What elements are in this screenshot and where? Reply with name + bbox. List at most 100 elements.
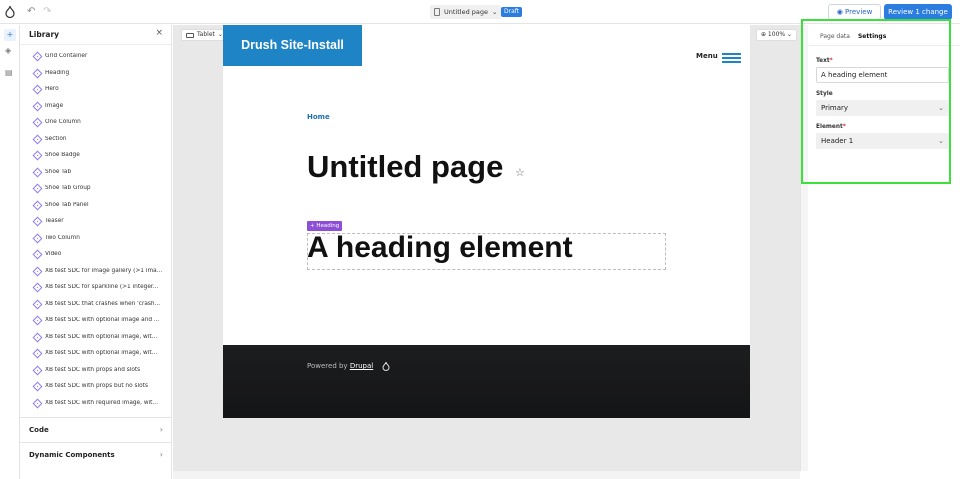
chevron-right-icon: › (159, 450, 163, 459)
text-label: Text (816, 58, 830, 64)
library-item[interactable]: XB test SDC with optional image and ... (20, 314, 171, 331)
tab-settings[interactable]: Settings (858, 33, 886, 40)
tab-page-data[interactable]: Page data (820, 33, 850, 40)
library-item[interactable]: Shoe Tab Group (20, 182, 171, 199)
chevron-down-icon: ⌄ (938, 137, 944, 145)
library-item[interactable]: Video (20, 248, 171, 265)
left-rail: + ◈ ▤ (0, 25, 20, 479)
device-selector[interactable]: Tablet ⌄ (181, 29, 228, 41)
library-item-label: XB test SDC for sparkline (>1 integer... (45, 284, 159, 290)
page-preview[interactable]: Drush Site-Install Menu Home Untitled pa… (223, 25, 750, 418)
page-selector[interactable]: Untitled page ⌄ (430, 5, 502, 19)
library-panel: Library × Grid Container Heading Hero Image… (20, 25, 172, 479)
style-select[interactable]: Primary ⌄ (816, 100, 949, 116)
component-icon (32, 134, 43, 144)
library-item[interactable]: XB test SDC with props and slots (20, 364, 171, 381)
library-item-label: XB test SDC with props and slots (45, 366, 141, 373)
library-item[interactable]: Shoe Tab (20, 166, 171, 183)
library-section-code[interactable]: Code › (20, 417, 171, 441)
library-item-label: Image (45, 102, 64, 109)
library-item-label: XB test SDC with optional image, wit... (45, 333, 158, 340)
required-mark: * (829, 58, 833, 64)
chevron-down-icon: ⌄ (492, 8, 498, 16)
library-item-label: Video (45, 251, 62, 257)
hamburger-icon[interactable] (722, 53, 741, 63)
library-item[interactable]: Image (20, 100, 171, 117)
library-item-label: XB test SDC with optional image and ... (45, 317, 160, 323)
star-icon[interactable]: ☆ (515, 166, 525, 179)
component-icon (32, 282, 43, 293)
device-label: Tablet (197, 31, 215, 38)
library-item-label: Heading (45, 69, 70, 76)
library-item[interactable]: Teaser (20, 215, 171, 232)
component-icon (32, 365, 43, 375)
drupal-drop-icon (382, 362, 390, 371)
undo-icon[interactable]: ↶ (27, 6, 35, 17)
library-item-label: XB test SDC with props but no slots (45, 383, 148, 389)
zoom-selector[interactable]: ⊕ 100% ⌄ (756, 29, 798, 41)
component-tag[interactable]: + Heading (307, 221, 343, 231)
eye-icon: ◉ (836, 8, 843, 16)
breadcrumb[interactable]: Home (307, 113, 330, 121)
chevron-down-icon: ⌄ (938, 104, 944, 112)
component-icon (32, 150, 43, 161)
review-changes-button[interactable]: Review 1 change (884, 4, 952, 20)
library-item[interactable]: XB test SDC with props but no slots (20, 380, 171, 397)
component-icon (32, 348, 43, 359)
component-icon (32, 68, 43, 78)
library-item-label: Shoe Badge (45, 152, 80, 158)
library-item[interactable]: Grid Container (20, 50, 171, 67)
menu-label[interactable]: Menu (696, 52, 718, 60)
library-item[interactable]: Shoe Tab Panel (20, 199, 171, 216)
component-icon (32, 183, 43, 194)
library-item[interactable]: XB test SDC with required image, wit... (20, 397, 171, 414)
page-icon[interactable]: ▤ (5, 68, 13, 77)
powered-by-text: Powered by Drupal (307, 362, 373, 370)
component-icon (32, 117, 43, 128)
library-item[interactable]: Two Column (20, 232, 171, 249)
component-icon (32, 332, 43, 342)
right-scrollbar-track[interactable] (800, 25, 808, 471)
section-label: Dynamic Components (29, 451, 115, 459)
library-item[interactable]: XB test SDC for image gallery (>1 ima... (20, 265, 171, 282)
element-value: Header 1 (821, 137, 854, 145)
library-section-dynamic-components[interactable]: Dynamic Components › (20, 442, 171, 466)
element-select[interactable]: Header 1 ⌄ (816, 133, 949, 149)
section-label: Code (29, 426, 49, 434)
page-name: Untitled page (444, 8, 489, 16)
library-item-label: XB test SDC with required image, wit... (45, 399, 158, 406)
close-icon[interactable]: × (155, 28, 163, 38)
library-item[interactable]: XB test SDC for sparkline (>1 integer... (20, 281, 171, 298)
plus-icon[interactable]: + (4, 29, 16, 41)
top-toolbar: ↶ ↷ Untitled page ⌄ Draft ◉ Preview Revi… (0, 0, 960, 24)
library-item[interactable]: XB test SDC that crashes when 'crash... (20, 298, 171, 315)
library-item[interactable]: Heading (20, 67, 171, 84)
library-item-label: Two Column (45, 234, 80, 241)
horizontal-scroll-track[interactable] (173, 471, 800, 479)
library-item[interactable]: XB test SDC with optional image, wit... (20, 331, 171, 348)
component-icon (32, 233, 43, 243)
preview-button[interactable]: ◉ Preview (828, 4, 881, 20)
library-item[interactable]: Section (20, 133, 171, 150)
preview-label: Preview (845, 8, 873, 16)
component-icon (32, 216, 43, 227)
text-field-label: Text* (816, 58, 833, 64)
library-item[interactable]: Shoe Badge (20, 149, 171, 166)
redo-icon[interactable]: ↷ (43, 6, 51, 17)
text-field[interactable]: A heading element (816, 67, 949, 83)
library-item-label: One Column (45, 119, 81, 125)
site-name[interactable]: Drush Site-Install (223, 25, 362, 66)
library-item-label: XB test SDC that crashes when 'crash... (45, 300, 161, 307)
library-header: Library × (20, 25, 171, 45)
page-footer: Powered by Drupal (223, 345, 750, 418)
tab-divider (809, 45, 960, 46)
drupal-link[interactable]: Drupal (350, 362, 373, 370)
library-item[interactable]: Hero (20, 83, 171, 100)
layers-icon[interactable]: ◈ (5, 46, 11, 55)
library-item[interactable]: One Column (20, 116, 171, 133)
heading-element[interactable]: A heading element (307, 231, 573, 265)
library-item[interactable]: XB test SDC with optional image, wit... (20, 347, 171, 364)
style-label: Style (816, 91, 833, 97)
drupal-logo-icon[interactable] (5, 6, 15, 18)
component-icon (32, 398, 43, 408)
